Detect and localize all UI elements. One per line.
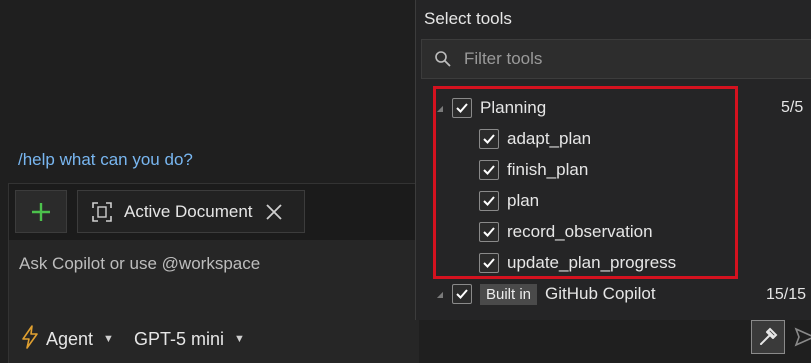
tool-group-label: GitHub Copilot (545, 284, 656, 303)
chat-input-placeholder: Ask Copilot or use @workspace (19, 254, 261, 273)
checkbox[interactable] (479, 222, 499, 242)
tool-item-label: plan (507, 191, 540, 210)
checkbox[interactable] (479, 253, 499, 273)
help-suggestion-link[interactable]: /help what can you do? (18, 150, 193, 170)
tool-item-label: finish_plan (507, 160, 589, 179)
close-icon[interactable] (263, 201, 285, 223)
tool-item-adapt-plan[interactable]: adapt_plan (479, 125, 591, 153)
tool-item-finish-plan[interactable]: finish_plan (479, 156, 588, 184)
tool-group-count: 15/15 (766, 286, 807, 303)
tool-item-plan[interactable]: plan (479, 187, 539, 215)
checkbox[interactable] (479, 129, 499, 149)
tool-group-count: 5/5 (781, 99, 804, 116)
filter-tools-input[interactable] (462, 48, 786, 70)
mode-dropdown-label[interactable]: Agent (46, 329, 93, 350)
chip-label: Active Document (124, 201, 253, 221)
expand-triangle-icon[interactable]: ◢ (436, 104, 444, 113)
built-in-badge: Built in (480, 283, 538, 305)
expand-triangle-icon[interactable]: ◢ (436, 290, 444, 299)
tool-group-github-copilot[interactable]: ◢ Built in GitHub Copilot (436, 280, 656, 308)
chevron-down-icon[interactable]: ▼ (103, 333, 114, 345)
document-frame-icon (90, 200, 114, 224)
tool-group-label: Planning (480, 98, 547, 117)
checkbox[interactable] (479, 160, 499, 180)
chevron-down-icon[interactable]: ▼ (234, 333, 245, 345)
search-icon (432, 48, 454, 70)
wrench-hammer-icon (760, 327, 778, 345)
filter-tools-box[interactable] (421, 39, 811, 79)
tool-item-record-observation[interactable]: record_observation (479, 218, 653, 246)
tool-item-label: update_plan_progress (507, 253, 677, 272)
send-icon (794, 327, 811, 347)
checkbox[interactable] (452, 284, 472, 304)
select-tools-panel: Select tools ◢ Planning 5/5 adapt_plan (415, 0, 811, 320)
lightning-icon (20, 324, 40, 354)
active-document-chip[interactable]: Active Document (77, 190, 305, 233)
context-bar: Active Document (8, 183, 419, 241)
copilot-chat-window: /help what can you do? Active Document A… (0, 0, 811, 363)
chat-toolbar: Agent ▼ GPT-5 mini ▼ (20, 324, 259, 354)
panel-title: Select tools (424, 9, 512, 28)
model-dropdown-label[interactable]: GPT-5 mini (134, 329, 224, 350)
tools-button[interactable] (751, 320, 785, 354)
add-context-button[interactable] (15, 190, 67, 233)
tool-item-label: record_observation (507, 222, 653, 241)
tool-item-label: adapt_plan (507, 129, 592, 148)
checkbox[interactable] (452, 98, 472, 118)
send-button[interactable] (788, 320, 811, 354)
tool-item-update-plan-progress[interactable]: update_plan_progress (479, 249, 676, 277)
tool-group-planning[interactable]: ◢ Planning (436, 94, 546, 122)
checkbox[interactable] (479, 191, 499, 211)
plus-icon (32, 202, 50, 221)
